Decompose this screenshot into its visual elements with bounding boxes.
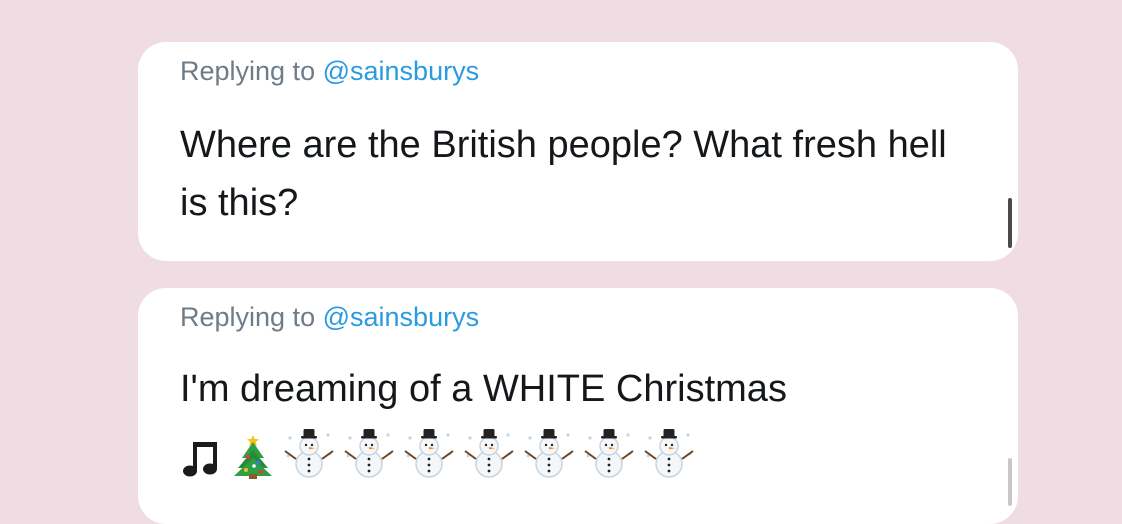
music-notes-icon — [183, 442, 217, 477]
replying-to-line: Replying to @sainsburys — [180, 302, 479, 333]
snowman-icon — [344, 429, 394, 478]
replying-to-line: Replying to @sainsburys — [180, 56, 479, 87]
snowman-icon — [524, 429, 574, 478]
snowman-icon — [404, 429, 454, 478]
snowman-icon — [284, 429, 334, 478]
reply-tweet-card[interactable]: Replying to @sainsburys Where are the Br… — [138, 42, 1018, 261]
tweet-text: Where are the British people? What fresh… — [180, 124, 947, 224]
reply-tweet-card[interactable]: Replying to @sainsburys I'm dreaming of … — [138, 288, 1018, 524]
mention-link[interactable]: @sainsburys — [323, 302, 479, 332]
snowman-icon — [464, 429, 514, 478]
christmas-tree-icon — [234, 435, 272, 479]
emoji-row — [180, 426, 696, 480]
mention-link[interactable]: @sainsburys — [323, 56, 479, 86]
replying-to-label: Replying to — [180, 302, 316, 332]
tweet-text: I'm dreaming of a WHITE Christmas — [180, 368, 787, 410]
scrollbar[interactable] — [1008, 198, 1012, 248]
snowman-icon — [584, 429, 634, 478]
snowman-icon — [644, 429, 694, 478]
replying-to-label: Replying to — [180, 56, 316, 86]
scrollbar[interactable] — [1008, 458, 1012, 506]
